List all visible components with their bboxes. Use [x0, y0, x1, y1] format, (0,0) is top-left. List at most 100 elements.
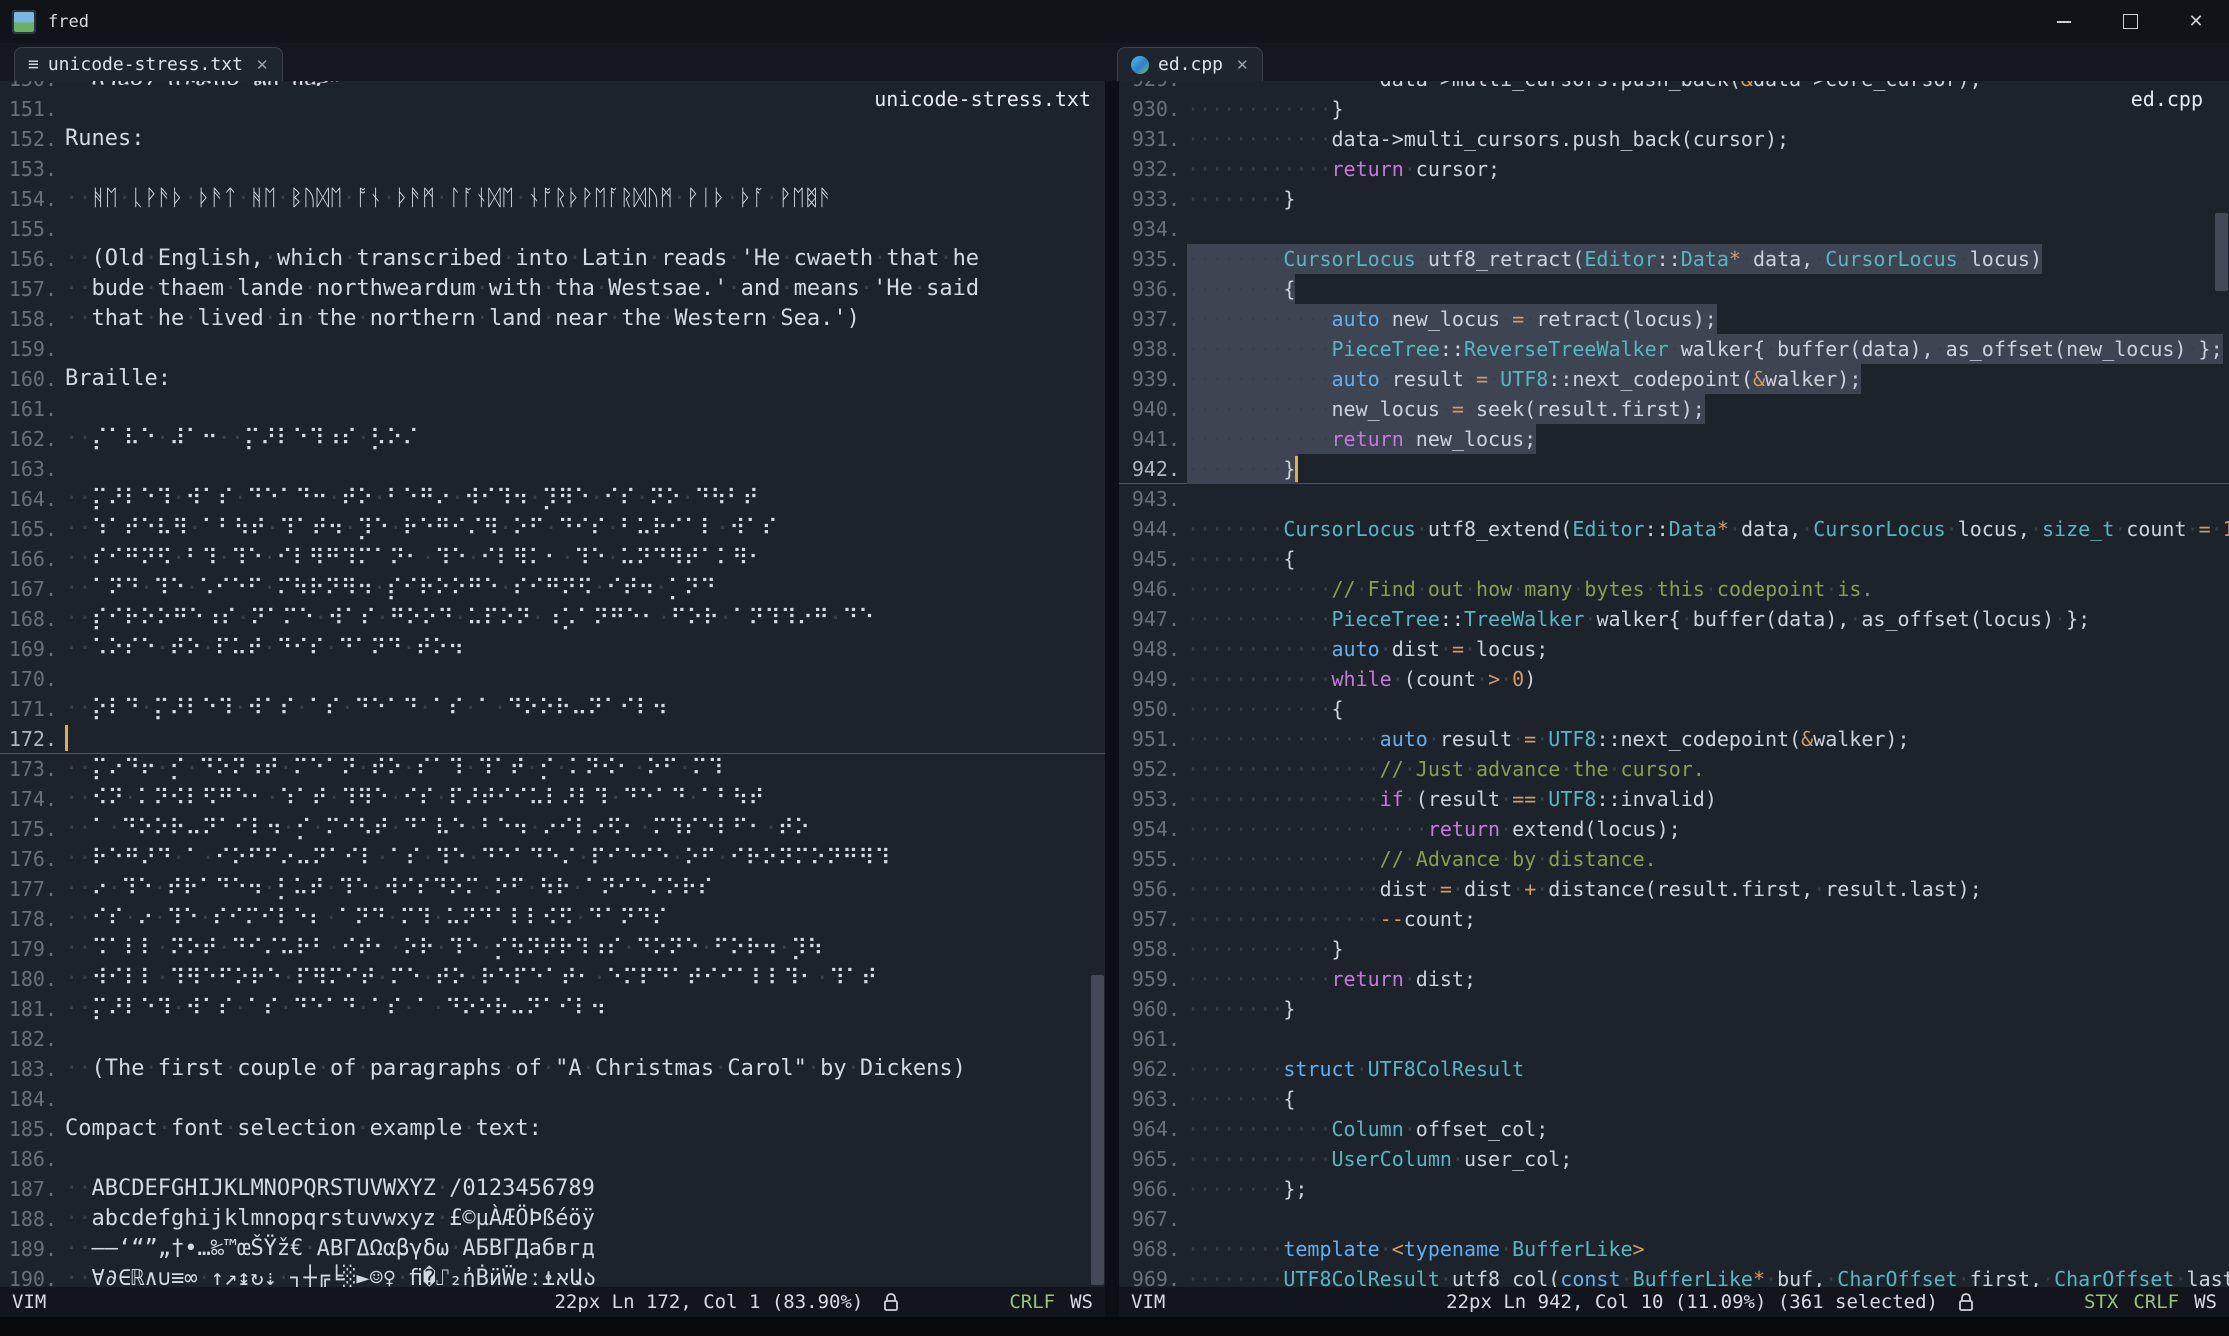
buffer-line[interactable]: 930.············}: [1119, 94, 2229, 124]
buffer-line[interactable]: 166.··⠎⠊⠛⠝⠫·⠃⠹·⠹⠑·⠊⠇⠻⠛⠹⠍⠁⠝⠂·⠹⠑·⠊⠇⠻⠅⠂·⠹⠑·…: [0, 544, 1105, 574]
buffer-line[interactable]: 188.··abcdefghijklmnopqrstuvwxyz·£©µÀÆÖÞ…: [0, 1204, 1105, 1234]
buffer-line[interactable]: 950.············{: [1119, 694, 2229, 724]
buffer-line[interactable]: 160.Braille:: [0, 364, 1105, 394]
buffer-line[interactable]: 174.··⠪⠝·⠅⠝⠪⠇⠫⠛⠑⠂·⠱⠁⠞·⠹⠻⠑·⠊⠎·⠏⠜⠞⠊⠊⠥⠇⠜⠇⠹·…: [0, 784, 1105, 814]
tab-unicode-stress-txt[interactable]: ≡ unicode-stress.txt ✕: [14, 47, 283, 81]
buffer-line[interactable]: 158.··that·he·lived·in·the·northern·land…: [0, 304, 1105, 334]
buffer-line[interactable]: 940.············new_locus·=·seek(result.…: [1119, 394, 2229, 424]
buffer-line[interactable]: 171.··⡕⠇⠙·⡍⠜⠇⠑⠹·⠺⠁⠎·⠁⠎·⠙⠑⠁⠙·⠁⠎·⠁·⠙⠕⠕⠗⠤⠝⠁…: [0, 694, 1105, 724]
scrollbar-right[interactable]: [2214, 81, 2229, 1287]
buffer-line[interactable]: 944.········CursorLocus·utf8_extend(Edit…: [1119, 514, 2229, 544]
buffer-line[interactable]: 152.Runes:: [0, 124, 1105, 154]
buffer-line[interactable]: 958.············}: [1119, 934, 2229, 964]
buffer-line[interactable]: 935.········CursorLocus·utf8_retract(Edi…: [1119, 244, 2229, 274]
editor-pane-left[interactable]: 150.··እግርህን·በፍራሽህ·ልክ·ዘርጋ።151.152.Runes:1…: [0, 81, 1105, 1317]
buffer-line[interactable]: 154.··ᚻᛖ·ᚳᚹᚫᚦ·ᚦᚫᛏ·ᚻᛖ·ᛒᚢᛞᛖ·ᚩᚾ·ᚦᚫᛗ·ᛚᚪᚾᛞᛖ·ᚾ…: [0, 184, 1105, 214]
buffer-line[interactable]: 932.············return·cursor;: [1119, 154, 2229, 184]
buffer-line[interactable]: 953.················if·(result·==·UTF8::…: [1119, 784, 2229, 814]
buffer-line[interactable]: 931.············data->multi_cursors.push…: [1119, 124, 2229, 154]
buffer-line[interactable]: 968.········template·<typename·BufferLik…: [1119, 1234, 2229, 1264]
buffer-line[interactable]: 934.: [1119, 214, 2229, 244]
buffer-line[interactable]: 955.················//·Advance·by·distan…: [1119, 844, 2229, 874]
buffer-line[interactable]: 956.················dist·=·dist·+·distan…: [1119, 874, 2229, 904]
buffer-line[interactable]: 163.: [0, 454, 1105, 484]
buffer-line[interactable]: 952.················//·Just·advance·the·…: [1119, 754, 2229, 784]
buffer-line[interactable]: 183.··(The·first·couple·of·paragraphs·of…: [0, 1054, 1105, 1084]
buffer-line[interactable]: 162.··⡌⠁⠧⠑·⠼⠁⠒··⡍⠜⠇⠑⠹⠰⠎·⡣⠕⠌: [0, 424, 1105, 454]
buffer-line[interactable]: 189.··–—‘“”„†•…‰™œŠŸž€·ΑΒΓΔΩαβγδω·АБВГДа…: [0, 1234, 1105, 1264]
code-token: £©µÀÆÖÞßéöÿ: [449, 1206, 595, 1231]
whitespace-dots: ·: [325, 636, 338, 661]
close-button[interactable]: ✕: [2163, 0, 2229, 43]
line-text: ··⠎⠊⠛⠝⠫·⠃⠹·⠹⠑·⠊⠇⠻⠛⠹⠍⠁⠝⠂·⠹⠑·⠊⠇⠻⠅⠂·⠹⠑·⠥⠝⠙⠻…: [65, 544, 764, 574]
buffer-line[interactable]: 929.················data->multi_cursors.…: [1119, 81, 2229, 94]
buffer-line[interactable]: 941.············return·new_locus;: [1119, 424, 2229, 454]
buffer-line[interactable]: 938.············PieceTree::ReverseTreeWa…: [1119, 334, 2229, 364]
buffer-line[interactable]: 962.········struct·UTF8ColResult: [1119, 1054, 2229, 1084]
maximize-button[interactable]: [2097, 0, 2163, 43]
buffer-line[interactable]: 157.··bude·thaem·lande·northweardum·with…: [0, 274, 1105, 304]
editor-pane-right[interactable]: 929.················data->multi_cursors.…: [1119, 81, 2229, 1317]
buffer-line[interactable]: 961.: [1119, 1024, 2229, 1054]
buffer-line[interactable]: 159.: [0, 334, 1105, 364]
scrollbar-thumb[interactable]: [1091, 975, 1104, 1285]
buffer-line[interactable]: 168.··⡎⠊⠗⠕⠕⠛⠑⠰⠎·⠝⠁⠍⠑·⠺⠁⠎·⠛⠕⠕⠙·⠥⠏⠕⠝·⠰⡡⠁⠝⠛…: [0, 604, 1105, 634]
buffer-line[interactable]: 957.················--count;: [1119, 904, 2229, 934]
buffer-line[interactable]: 939.············auto·result·=·UTF8::next…: [1119, 364, 2229, 394]
whitespace-dots: ············: [1187, 307, 1332, 331]
buffer-line[interactable]: 946.············//·Find·out·how·many·byt…: [1119, 574, 2229, 604]
buffer-line[interactable]: 187.··ABCDEFGHIJKLMNOPQRSTUVWXYZ·/012345…: [0, 1174, 1105, 1204]
titlebar[interactable]: fred ✕: [0, 0, 2229, 43]
buffer-line[interactable]: 179.··⠩⠁⠇⠇·⠝⠕⠞·⠙⠊⠌⠥⠗⠃·⠊⠞⠂·⠕⠗·⠹⠑·⡊⠳⠝⠞⠗⠹⠰⠎…: [0, 934, 1105, 964]
buffer-line[interactable]: 960.········}: [1119, 994, 2229, 1024]
buffer-line[interactable]: 959.············return·dist;: [1119, 964, 2229, 994]
scrollbar-left[interactable]: [1090, 81, 1105, 1287]
buffer-line[interactable]: 175.··⠁·⠙⠕⠕⠗⠤⠝⠁⠊⠇⠲·⡊·⠍⠊⠣⠞·⠙⠁⠧⠑·⠃⠑⠲·⠔⠊⠇⠔⠫…: [0, 814, 1105, 844]
buffer-line[interactable]: 169.··⠡⠕⠎⠑·⠞⠕·⠏⠥⠞·⠙⠊⠎·⠙⠁⠝⠙·⠞⠕⠲: [0, 634, 1105, 664]
buffer-line[interactable]: 181.··⡍⠜⠇⠑⠹·⠺⠁⠎·⠁⠎·⠙⠑⠁⠙·⠁⠎·⠁·⠙⠕⠕⠗⠤⠝⠁⠊⠇⠲: [0, 994, 1105, 1024]
buffer-line[interactable]: 164.··⡍⠜⠇⠑⠹·⠺⠁⠎·⠙⠑⠁⠙⠒·⠞⠕·⠃⠑⠛⠔·⠺⠊⠹⠲·⡹⠻⠑·⠊…: [0, 484, 1105, 514]
minimize-button[interactable]: [2031, 0, 2097, 43]
buffer-line[interactable]: 178.··⠊⠎·⠔·⠹⠑·⠎⠊⠍⠊⠇⠑⠆·⠁⠝⠙·⠍⠹·⠥⠝⠙⠁⠇⠇⠪⠫·⠙⠁…: [0, 904, 1105, 934]
buffer-line[interactable]: 954.····················return·extend(lo…: [1119, 814, 2229, 844]
buffer-line[interactable]: 161.: [0, 394, 1105, 424]
buffer-line[interactable]: 943.: [1119, 484, 2229, 514]
text-buffer-right[interactable]: 929.················data->multi_cursors.…: [1119, 81, 2229, 1294]
buffer-line[interactable]: 167.··⠁⠝⠙·⠹⠑·⠡⠊⠑⠋·⠍⠳⠗⠝⠻⠲·⡎⠊⠗⠕⠕⠛⠑·⠎⠊⠛⠝⠫·⠊…: [0, 574, 1105, 604]
buffer-line[interactable]: 951.················auto·result·=·UTF8::…: [1119, 724, 2229, 754]
buffer-line[interactable]: 965.············UserColumn·user_col;: [1119, 1144, 2229, 1174]
buffer-line[interactable]: 172.: [0, 724, 1105, 754]
buffer-line[interactable]: 936.········{: [1119, 274, 2229, 304]
tab-close-icon[interactable]: ✕: [1236, 56, 1249, 74]
code-token: lived: [197, 306, 263, 331]
buffer-line[interactable]: 967.: [1119, 1204, 2229, 1234]
buffer-line[interactable]: 153.: [0, 154, 1105, 184]
buffer-line[interactable]: 156.··(Old·English,·which·transcribed·in…: [0, 244, 1105, 274]
buffer-line[interactable]: 964.············Column·offset_col;: [1119, 1114, 2229, 1144]
pane-divider[interactable]: [1105, 81, 1119, 1317]
tab-ed-cpp[interactable]: ed.cpp ✕: [1117, 47, 1263, 81]
buffer-line[interactable]: 155.: [0, 214, 1105, 244]
buffer-line[interactable]: 945.········{: [1119, 544, 2229, 574]
buffer-line[interactable]: 949.············while·(count·>·0): [1119, 664, 2229, 694]
scrollbar-thumb[interactable]: [2215, 213, 2228, 291]
buffer-line[interactable]: 185.Compact·font·selection·example·text:: [0, 1114, 1105, 1144]
buffer-line[interactable]: 948.············auto·dist·=·locus;: [1119, 634, 2229, 664]
buffer-line[interactable]: 963.········{: [1119, 1084, 2229, 1114]
buffer-line[interactable]: 173.··⡍⠔⠙⠖·⡊·⠙⠕⠝⠰⠞·⠍⠑⠁⠝·⠞⠕·⠎⠁⠹·⠹⠁⠞·⡊·⠅⠝⠪…: [0, 754, 1105, 784]
buffer-line[interactable]: 176.··⠗⠑⠛⠜⠙·⠁·⠊⠕⠋⠋⠔⠤⠝⠁⠊⠇·⠁⠎·⠹⠑·⠙⠑⠁⠙⠑⠌·⠏⠊…: [0, 844, 1105, 874]
buffer-line[interactable]: 947.············PieceTree::TreeWalker·wa…: [1119, 604, 2229, 634]
buffer-line[interactable]: 180.··⠺⠊⠇⠇·⠹⠻⠑⠋⠕⠗⠑·⠏⠻⠍⠊⠞·⠍⠑·⠞⠕·⠗⠑⠏⠑⠁⠞⠂·⠑…: [0, 964, 1105, 994]
buffer-line[interactable]: 937.············auto·new_locus·=·retract…: [1119, 304, 2229, 334]
buffer-line[interactable]: 184.: [0, 1084, 1105, 1114]
buffer-line[interactable]: 966.········};: [1119, 1174, 2229, 1204]
tab-close-icon[interactable]: ✕: [256, 56, 269, 74]
buffer-line[interactable]: 182.: [0, 1024, 1105, 1054]
buffer-line[interactable]: 186.: [0, 1144, 1105, 1174]
buffer-line[interactable]: 177.··⠔·⠹⠑·⠞⠗⠁⠙⠑⠲·⡃⠥⠞·⠹⠑·⠺⠊⠎⠙⠕⠍·⠕⠋·⠳⠗·⠁⠝…: [0, 874, 1105, 904]
buffer-line[interactable]: 942.········}: [1119, 454, 2229, 484]
buffer-line[interactable]: 933.········}: [1119, 184, 2229, 214]
buffer-line[interactable]: 165.··⠱⠁⠞⠑⠧⠻·⠁⠃⠳⠞·⠹⠁⠞⠲·⡹⠑·⠗⠑⠛⠊⠌⠻·⠕⠋·⠙⠊⠎·…: [0, 514, 1105, 544]
text-buffer-left[interactable]: 150.··እግርህን·በፍራሽህ·ልክ·ዘርጋ።151.152.Runes:1…: [0, 81, 1105, 1294]
buffer-line[interactable]: 170.: [0, 664, 1105, 694]
